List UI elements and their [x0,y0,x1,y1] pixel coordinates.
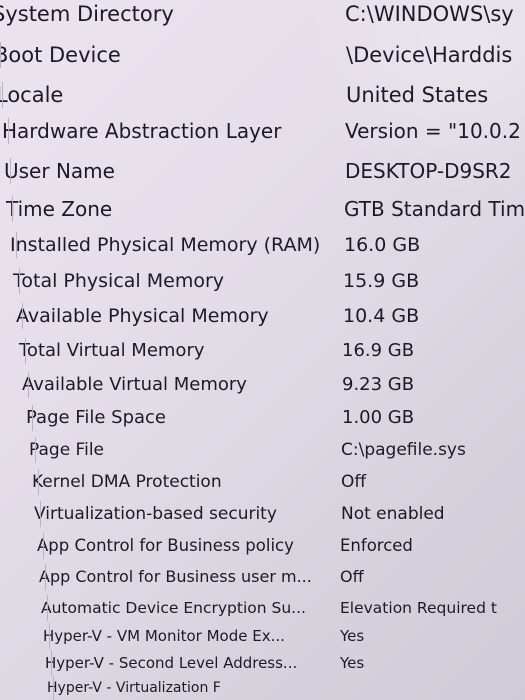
summary-item-label: Total Physical Memory [13,270,225,292]
summary-item-label: Page File [29,440,105,460]
summary-row[interactable]: App Control for Business user m... Off [0,562,525,592]
row-divider [8,118,9,144]
summary-item-label: App Control for Business user m... [39,567,312,586]
row-divider [25,338,26,364]
summary-row[interactable]: Locale United States [0,80,525,110]
summary-row[interactable]: Time Zone GTB Standard Tim [0,194,525,224]
summary-row[interactable]: Hyper-V - Virtualization F [0,673,525,700]
summary-row[interactable]: System Directory C:\WINDOWS\sy [0,0,525,29]
summary-item-value: 15.9 GB [343,270,420,292]
row-divider [53,675,54,700]
summary-item-value: 10.4 GB [343,305,420,327]
row-divider [12,196,13,222]
summary-item-label: Hyper-V - Virtualization F [47,680,221,696]
summary-item-value: 1.00 GB [342,407,415,428]
summary-item-label: Available Virtual Memory [22,374,247,395]
row-divider [43,533,44,559]
summary-item-value: Off [340,567,364,586]
summary-row[interactable]: Available Virtual Memory 9.23 GB [0,370,525,400]
summary-item-label: App Control for Business policy [37,536,294,555]
summary-item-value: Enforced [340,536,413,555]
summary-item-value: GTB Standard Tim [344,197,525,221]
summary-row[interactable]: Page File C:\pagefile.sys [0,435,525,465]
summary-item-value: 16.9 GB [342,340,415,361]
row-divider [16,232,17,258]
summary-item-value: \Device\Harddis [346,43,513,67]
summary-row[interactable]: Hardware Abstraction Layer Version = "10.… [0,116,525,146]
summary-item-label: Kernel DMA Protection [32,472,222,492]
row-divider [38,469,39,495]
row-divider [2,82,3,108]
summary-item-value: Version = "10.0.2 [345,119,521,143]
summary-item-value: Elevation Required t [340,599,497,617]
row-divider [49,623,50,649]
summary-item-value: C:\pagefile.sys [341,440,466,460]
summary-item-value: United States [346,83,489,107]
summary-item-label: Installed Physical Memory (RAM) [10,234,321,256]
summary-item-value: DESKTOP-D9SR2 [345,159,512,183]
summary-row[interactable]: Page File Space 1.00 GB [0,403,525,433]
row-divider [0,42,1,68]
summary-item-label: User Name [4,159,115,183]
summary-item-value: C:\WINDOWS\sy [345,2,514,26]
row-divider [47,595,48,621]
summary-row[interactable]: Installed Physical Memory (RAM) 16.0 GB [0,230,525,260]
row-divider [10,158,11,184]
summary-row[interactable]: App Control for Business policy Enforced [0,531,525,561]
summary-item-label: Total Virtual Memory [19,340,205,361]
row-divider [45,564,46,590]
summary-item-value: Not enabled [341,504,445,524]
summary-item-label: System Directory [0,2,174,26]
summary-item-label: Time Zone [6,197,113,221]
row-divider [22,303,23,329]
summary-row[interactable]: Available Physical Memory 10.4 GB [0,301,525,331]
row-divider [40,501,41,527]
summary-item-label: Page File Space [26,407,166,428]
summary-item-value: Yes [340,627,365,645]
summary-item-value: 16.0 GB [344,234,421,256]
summary-item-label: Virtualization-based security [34,504,277,524]
summary-item-value: Off [341,472,367,492]
summary-row[interactable]: User Name DESKTOP-D9SR2 [0,156,525,186]
summary-item-value: 9.23 GB [342,374,415,395]
summary-item-label: Hardware Abstraction Layer [2,119,282,143]
row-divider [32,405,33,431]
summary-item-label: Automatic Device Encryption Su... [41,599,306,617]
summary-row[interactable]: Virtualization-based security Not enabled [0,499,525,529]
system-information-window: System Directory C:\WINDOWS\sy Boot Device… [0,0,525,700]
summary-item-label: Available Physical Memory [16,305,269,327]
summary-row[interactable]: Boot Device \Device\Harddis [0,40,525,70]
summary-row[interactable]: Kernel DMA Protection Off [0,467,525,497]
summary-item-label: Locale [0,83,64,107]
summary-item-label: Boot Device [0,43,121,67]
summary-row[interactable]: Total Physical Memory 15.9 GB [0,266,525,296]
row-divider [28,372,29,398]
summary-row[interactable]: Total Virtual Memory 16.9 GB [0,336,525,366]
summary-row[interactable]: Hyper-V - VM Monitor Mode Ex... Yes [0,621,525,651]
summary-row[interactable]: Automatic Device Encryption Su... Elevati… [0,593,525,623]
row-divider [19,268,20,294]
row-divider [35,437,36,463]
summary-item-label: Hyper-V - VM Monitor Mode Ex... [43,627,285,645]
